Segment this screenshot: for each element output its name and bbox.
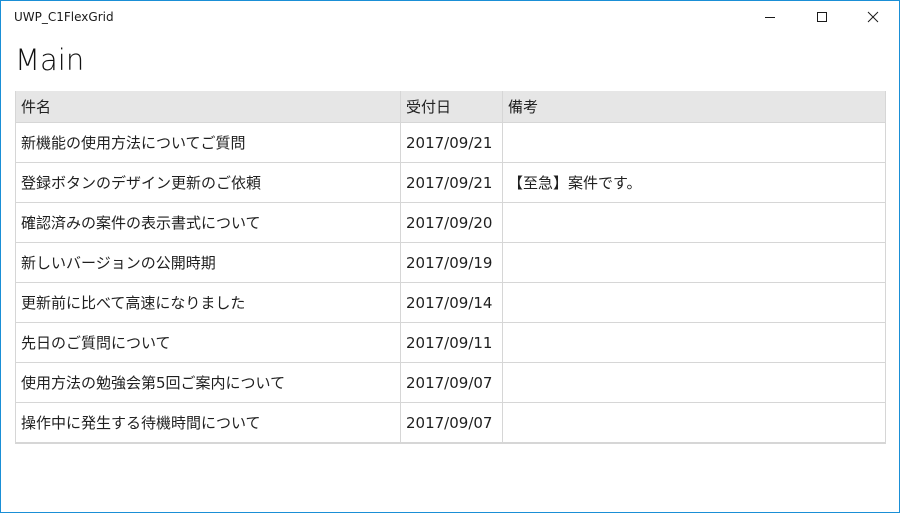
note-cell[interactable] bbox=[503, 403, 885, 442]
column-header-date[interactable]: 受付日 bbox=[401, 91, 503, 122]
subject-cell[interactable]: 更新前に比べて高速になりました bbox=[16, 283, 401, 322]
column-header-note[interactable]: 備考 bbox=[503, 91, 885, 122]
date-cell[interactable]: 2017/09/07 bbox=[401, 403, 503, 442]
note-cell[interactable] bbox=[503, 123, 885, 162]
date-cell[interactable]: 2017/09/19 bbox=[401, 243, 503, 282]
maximize-button[interactable] bbox=[799, 1, 845, 33]
note-cell[interactable]: 【至急】案件です。 bbox=[503, 163, 885, 202]
date-cell[interactable]: 2017/09/07 bbox=[401, 363, 503, 402]
close-button[interactable] bbox=[850, 1, 896, 33]
maximize-icon bbox=[817, 12, 827, 22]
table-row[interactable]: 確認済みの案件の表示書式について 2017/09/20 bbox=[16, 203, 885, 243]
note-cell[interactable] bbox=[503, 283, 885, 322]
subject-cell[interactable]: 確認済みの案件の表示書式について bbox=[16, 203, 401, 242]
column-header-subject[interactable]: 件名 bbox=[16, 91, 401, 122]
subject-cell[interactable]: 登録ボタンのデザイン更新のご依頼 bbox=[16, 163, 401, 202]
subject-cell[interactable]: 新しいバージョンの公開時期 bbox=[16, 243, 401, 282]
minimize-button[interactable] bbox=[747, 1, 793, 33]
subject-cell[interactable]: 先日のご質問について bbox=[16, 323, 401, 362]
date-cell[interactable]: 2017/09/21 bbox=[401, 163, 503, 202]
flex-grid[interactable]: 件名 受付日 備考 新機能の使用方法についてご質問 2017/09/21 登録ボ… bbox=[15, 91, 886, 444]
note-cell[interactable] bbox=[503, 243, 885, 282]
title-bar[interactable]: UWP_C1FlexGrid bbox=[1, 1, 899, 33]
table-row[interactable]: 使用方法の勉強会第5回ご案内について 2017/09/07 bbox=[16, 363, 885, 403]
subject-cell[interactable]: 使用方法の勉強会第5回ご案内について bbox=[16, 363, 401, 402]
close-icon bbox=[867, 11, 879, 23]
date-cell[interactable]: 2017/09/14 bbox=[401, 283, 503, 322]
table-row[interactable]: 新機能の使用方法についてご質問 2017/09/21 bbox=[16, 123, 885, 163]
table-row[interactable]: 更新前に比べて高速になりました 2017/09/14 bbox=[16, 283, 885, 323]
note-cell[interactable] bbox=[503, 323, 885, 362]
table-row[interactable]: 新しいバージョンの公開時期 2017/09/19 bbox=[16, 243, 885, 283]
subject-cell[interactable]: 新機能の使用方法についてご質問 bbox=[16, 123, 401, 162]
note-cell[interactable] bbox=[503, 203, 885, 242]
page-title: Main bbox=[15, 43, 85, 77]
subject-cell[interactable]: 操作中に発生する待機時間について bbox=[16, 403, 401, 442]
window-title: UWP_C1FlexGrid bbox=[14, 10, 114, 24]
grid-header-row: 件名 受付日 備考 bbox=[16, 91, 885, 123]
app-window: UWP_C1FlexGrid Main 件名 受付日 備考 新機能の使用方法につ… bbox=[0, 0, 900, 513]
note-cell[interactable] bbox=[503, 363, 885, 402]
table-row[interactable]: 先日のご質問について 2017/09/11 bbox=[16, 323, 885, 363]
date-cell[interactable]: 2017/09/11 bbox=[401, 323, 503, 362]
table-row[interactable]: 登録ボタンのデザイン更新のご依頼 2017/09/21 【至急】案件です。 bbox=[16, 163, 885, 203]
date-cell[interactable]: 2017/09/21 bbox=[401, 123, 503, 162]
table-row[interactable]: 操作中に発生する待機時間について 2017/09/07 bbox=[16, 403, 885, 443]
minimize-icon bbox=[765, 17, 775, 18]
date-cell[interactable]: 2017/09/20 bbox=[401, 203, 503, 242]
